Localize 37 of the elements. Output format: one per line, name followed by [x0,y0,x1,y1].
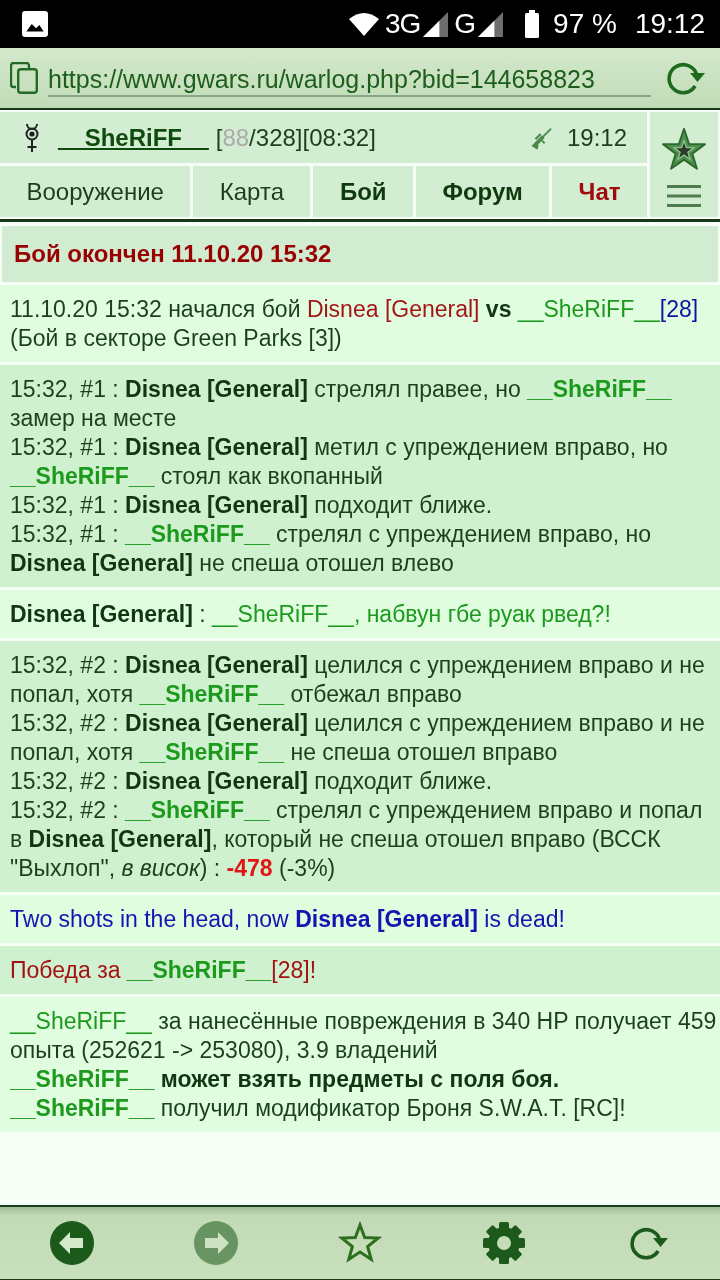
player-stats: [88/328][08:32] [215,123,376,152]
copy-icon[interactable] [10,62,38,94]
log-entry: 15:32, #2 : Disnea [General] подходит ближе. [10,767,494,796]
nav-tab[interactable]: Бой [313,166,413,217]
signal-icon [423,11,449,37]
log-entry: 15:32, #2 : __SheRiFF__ стрелял с упреждением вправо и попал в Disnea [General], который не спеша отошел вправо (ВССК "Выхлоп", в висок) : -478 (-3%) [10,796,704,883]
settings-icon[interactable] [482,1221,526,1265]
log-entry: 15:32, #1 : __SheRiFF__ стрелял с упреждением вправо, но Disnea [General] не спеша отошел влево [10,520,653,578]
username-link[interactable]: __SheRiFF__ [58,123,209,152]
nav-tab[interactable]: Форум [416,166,550,217]
log-entry: Победа за __SheRiFF__[28]! [10,956,318,985]
network-type: 3G [384,8,421,40]
log-entry: Disnea [General] : __SheRiFF__, набвун гбе руак рвед?! [10,600,612,629]
clock-time: 19:12 [566,123,627,152]
nav-tab[interactable]: Вооружение [0,166,191,217]
log-entry: (Бой в секторе Green Parks [3]) [10,324,343,353]
image-icon [22,11,48,37]
back-icon[interactable] [50,1221,94,1265]
log-entry: 15:32, #1 : Disnea [General] подходит ближе. [10,491,494,520]
battery-percent: 97 % [553,8,617,40]
log-entry: __SheRiFF__ за нанесённые повреждения в 340 HP получает 459 опыта (252621 -> 253080), 3.9 владений [10,1007,717,1065]
menu-icon[interactable] [667,184,701,208]
clock-time: 19:12 [634,8,705,40]
url-field[interactable]: https://www.gwars.ru/warlog.php?bid=144658823 [48,59,651,97]
mercury-symbol-icon [24,122,40,153]
log-entry: __SheRiFF__ может взять предметы с поля боя. [10,1065,561,1094]
star-icon[interactable] [338,1221,382,1265]
nav-tab[interactable]: Чат [552,166,647,217]
nav-tab[interactable]: Карта [193,166,311,217]
wifi-icon [348,12,379,36]
signal-icon [478,11,504,37]
battle-title: Бой окончен 11.10.20 15:32 [2,226,718,282]
log-entry: __SheRiFF__ получил модификатор Броня S.W.A.T. [RC]! [10,1094,627,1123]
log-entry: Two shots in the head, now Disnea [General] is dead! [10,905,566,934]
battery-icon [525,10,540,38]
log-entry: 11.10.20 15:32 начался бой Disnea [General] vs __SheRiFF__[28] [10,295,700,324]
network-type: G [454,8,476,40]
